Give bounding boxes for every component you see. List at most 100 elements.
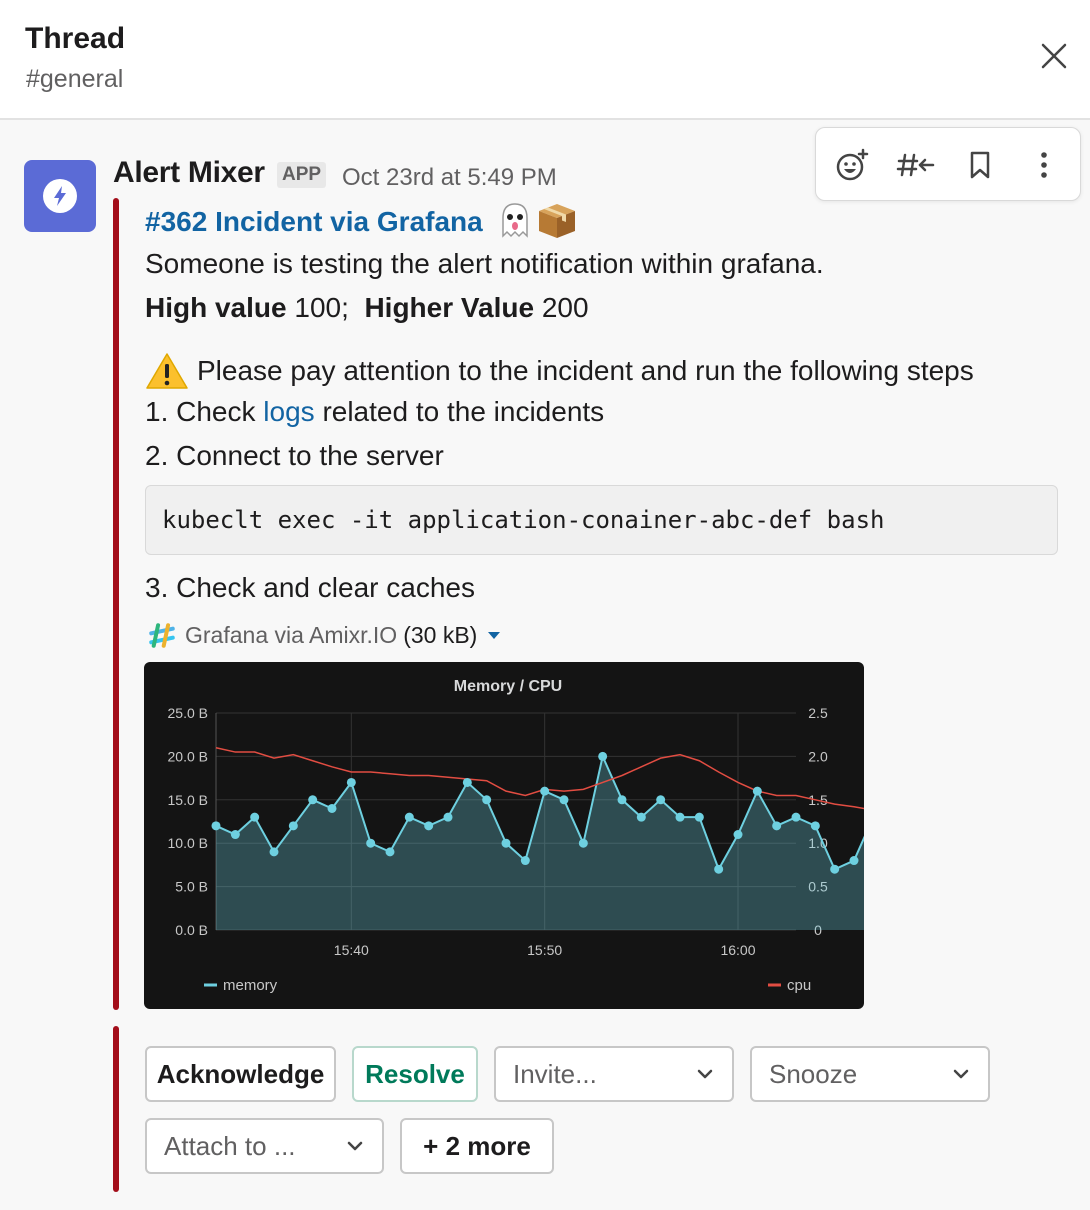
memory-point <box>733 830 743 840</box>
snooze-select-value: Snooze <box>769 1058 858 1089</box>
memory-point <box>694 812 704 822</box>
higher-value-label: Higher Value <box>364 292 535 323</box>
thread-header: Thread #general <box>0 0 1090 120</box>
chevron-down-icon <box>697 1069 713 1079</box>
more-actions-button[interactable] <box>1020 142 1068 188</box>
memory-area <box>216 756 864 930</box>
actions-color-bar <box>113 1026 119 1192</box>
memory-point <box>288 821 298 831</box>
memory-point <box>617 795 627 805</box>
step-1-suffix: related to the incidents <box>322 396 605 427</box>
memory-point <box>501 838 511 848</box>
y-left-tick-label: 15.0 B <box>168 792 208 808</box>
thread-title: Thread <box>25 22 126 55</box>
memory-point <box>578 838 588 848</box>
file-source[interactable]: Grafana via Amixr.IO <box>185 622 397 649</box>
memory-point <box>462 777 472 787</box>
sender-name[interactable]: Alert Mixer <box>113 156 265 190</box>
file-size: (30 kB) <box>403 621 478 648</box>
memory-point <box>482 795 492 805</box>
incident-title[interactable]: #362 Incident via Grafana <box>145 200 579 247</box>
y-left-tick-label: 10.0 B <box>168 835 208 851</box>
more-actions-expand-button[interactable]: + 2 more <box>400 1118 554 1174</box>
thread-channel[interactable]: #general <box>26 65 123 94</box>
x-tick-label: 15:40 <box>334 942 369 958</box>
memory-point <box>810 821 820 831</box>
memory-point <box>443 812 453 822</box>
chevron-down-icon <box>347 1141 363 1151</box>
step-3: 3. Check and clear caches <box>145 572 475 603</box>
caret-down-icon[interactable] <box>483 625 505 645</box>
acknowledge-button[interactable]: Acknowledge <box>145 1046 336 1102</box>
resolve-button[interactable]: Resolve <box>352 1046 478 1102</box>
app-badge: APP <box>277 162 327 188</box>
logs-link[interactable]: logs <box>263 396 314 427</box>
memory-point <box>559 795 569 805</box>
invite-select-value: Invite... <box>513 1058 597 1089</box>
add-reaction-icon <box>836 148 869 181</box>
memory-point <box>327 803 337 813</box>
y-right-tick-label: 2.5 <box>808 705 828 721</box>
memory-point <box>849 856 859 866</box>
y-right-tick-label: 2.0 <box>808 748 828 764</box>
warning-text: Please pay attention to the incident and… <box>197 355 974 386</box>
memory-point <box>424 821 434 831</box>
memory-point <box>714 864 724 874</box>
warning-icon <box>146 353 188 389</box>
high-value-label: High value <box>145 292 287 323</box>
memory-point <box>656 795 666 805</box>
incident-description: Someone is testing the alert notificatio… <box>145 248 824 279</box>
y-left-tick-label: 0.0 B <box>175 922 208 938</box>
memory-point <box>385 847 395 857</box>
close-icon <box>1041 43 1067 69</box>
attach-to-select[interactable]: Attach to ... <box>145 1118 384 1174</box>
code-block: kubeclt exec -it application-conainer-ab… <box>145 485 1058 555</box>
attach-to-select-value: Attach to ... <box>164 1130 296 1161</box>
bookmark-icon <box>970 151 990 179</box>
save-message-button[interactable] <box>956 142 1004 188</box>
high-value: 100; <box>294 292 349 323</box>
y-left-tick-label: 25.0 B <box>168 705 208 721</box>
memory-point <box>540 786 550 796</box>
value-line: High value 100; Higher Value 200 <box>145 292 589 324</box>
avatar[interactable] <box>24 160 96 232</box>
incident-title-link[interactable]: #362 Incident via Grafana <box>145 206 483 237</box>
legend-label-cpu: cpu <box>787 977 811 994</box>
lightning-icon <box>43 179 77 213</box>
memory-point <box>308 795 318 805</box>
step-2: 2. Connect to the server <box>145 440 444 471</box>
memory-point <box>211 821 221 831</box>
chevron-down-icon <box>953 1069 969 1079</box>
add-reaction-button[interactable] <box>828 142 876 188</box>
message-timestamp[interactable]: Oct 23rd at 5:49 PM <box>342 164 557 192</box>
chart-svg: Memory / CPU 0.0 B 5.0 B 10.0 B 15.0 B 20.0 … <box>168 678 864 994</box>
chart-title: Memory / CPU <box>454 678 562 695</box>
invite-select[interactable]: Invite... <box>494 1046 734 1102</box>
y-left-tick-label: 5.0 B <box>175 879 208 895</box>
memory-point <box>791 812 801 822</box>
warning-line: Please pay attention to the incident and… <box>145 352 974 390</box>
legend-label-memory: memory <box>223 977 278 994</box>
ghost-emoji <box>495 200 535 247</box>
memory-point <box>752 786 762 796</box>
slack-logo-icon <box>149 623 175 648</box>
close-button[interactable] <box>1036 38 1072 74</box>
snooze-select[interactable]: Snooze <box>750 1046 990 1102</box>
reply-in-channel-button[interactable] <box>892 142 940 188</box>
package-emoji <box>535 200 579 247</box>
higher-value: 200 <box>541 292 589 323</box>
step-1-prefix: 1. Check <box>145 396 256 427</box>
memory-point <box>772 821 782 831</box>
memory-point <box>636 812 646 822</box>
memory-point <box>230 830 240 840</box>
message-actions-toolbar <box>815 127 1081 201</box>
y-left-tick-label: 20.0 B <box>168 748 208 764</box>
step-1: 1. Check logs related to the incidents <box>145 396 604 428</box>
x-tick-label: 15:50 <box>527 942 562 958</box>
memory-point <box>675 812 685 822</box>
memory-point <box>269 847 279 857</box>
attachment-color-bar <box>113 198 119 1010</box>
memory-point <box>520 856 530 866</box>
memory-point <box>830 864 840 874</box>
grafana-chart-image[interactable]: Memory / CPU 0.0 B 5.0 B 10.0 B 15.0 B 20.0 … <box>144 662 864 1009</box>
